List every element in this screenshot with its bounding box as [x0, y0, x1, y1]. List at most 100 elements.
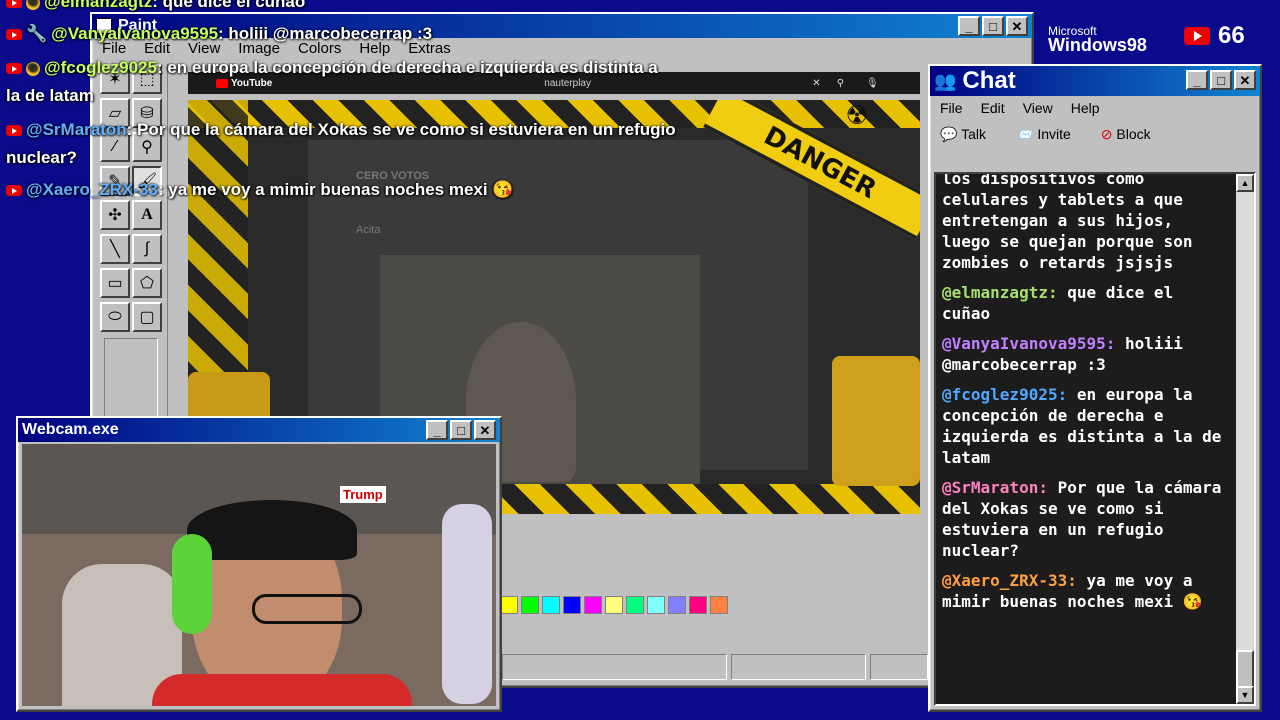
chat-scrollbar[interactable]: ▲ ▼: [1236, 174, 1254, 704]
polygon-tool[interactable]: ⬠: [132, 268, 162, 298]
minimize-button[interactable]: _: [958, 16, 980, 36]
chat-message: @VanyaIvanova9595: holiii @marcobecerrap…: [942, 333, 1228, 375]
chat-username[interactable]: @fcoglez9025:: [942, 385, 1067, 404]
status-cell: [870, 654, 928, 680]
overlay-chat-line-cont: nuclear?: [6, 148, 77, 168]
overlay-text: : Por que la cámara del Xokas se ve como…: [126, 120, 676, 139]
talk-button[interactable]: 💬 Talk: [940, 126, 986, 143]
chat-username[interactable]: @SrMaraton:: [942, 478, 1048, 497]
webcam-close-button[interactable]: ✕: [474, 420, 496, 440]
palette-swatch[interactable]: [668, 596, 686, 614]
chat-message: @SrMaraton: Por que la cámara del Xokas …: [942, 477, 1228, 561]
overlay-chat-line: ✪ @fcoglez9025: en europa la concepción d…: [6, 58, 658, 78]
talk-label: Talk: [961, 126, 986, 142]
block-label: Block: [1116, 126, 1151, 142]
youtube-icon: [6, 63, 22, 75]
member-badge-icon: ✪: [26, 0, 40, 10]
youtube-logo-icon[interactable]: [216, 78, 228, 88]
palette-swatch[interactable]: [542, 596, 560, 614]
palette-swatch[interactable]: [521, 596, 539, 614]
chat-title: Chat: [962, 67, 1016, 94]
overlay-text: : en europa la concepción de derecha e i…: [156, 58, 658, 77]
overlay-text: : que dice el cuñao: [152, 0, 306, 11]
member-badge-icon: ✪: [26, 61, 40, 76]
search-icon[interactable]: ⚲: [837, 78, 844, 89]
palette-swatch[interactable]: [626, 596, 644, 614]
rectangle-tool[interactable]: ▭: [100, 268, 130, 298]
talk-icon: 💬: [940, 126, 958, 142]
paint-toolbox: ✶ ⬚ ▱ ⛁ ⁄ ⚲ ✎ 🖌 ✣ A ╲ ∫ ▭ ⬠ ⬭ ▢: [96, 64, 168, 424]
palette-swatch[interactable]: [584, 596, 602, 614]
clear-search-icon[interactable]: ✕: [812, 78, 820, 89]
tool-options-box[interactable]: [104, 338, 158, 418]
text-tool[interactable]: A: [132, 200, 162, 230]
red-shirt: [152, 674, 412, 706]
chat-maximize-button[interactable]: □: [1210, 70, 1232, 90]
overlay-chat-line: @SrMaraton: Por que la cámara del Xokas …: [6, 120, 676, 140]
right-barrel: [832, 356, 920, 486]
bg-text-2: Acita: [356, 224, 381, 236]
webcam-minimize-button[interactable]: _: [426, 420, 448, 440]
webcam-titlebar[interactable]: Webcam.exe _ □ ✕: [18, 418, 500, 442]
youtube-icon: [1184, 27, 1210, 45]
invite-button[interactable]: 📨 Invite: [1016, 126, 1071, 143]
webcam-window: Webcam.exe _ □ ✕ Trump: [16, 416, 502, 712]
chat-menubar: File Edit View Help: [930, 96, 1260, 118]
rounded-rect-tool[interactable]: ▢: [132, 302, 162, 332]
youtube-search-input[interactable]: nauterplay: [544, 78, 804, 89]
chat-toolbar: 💬 Talk 📨 Invite ⊘ Block: [930, 118, 1260, 151]
webcam-maximize-button[interactable]: □: [450, 420, 472, 440]
chat-titlebar[interactable]: 👥 Chat _ □ ✕: [930, 66, 1260, 96]
viewer-counter: 66: [1184, 22, 1245, 50]
chat-window: 👥 Chat _ □ ✕ File Edit View Help 💬 Talk …: [928, 64, 1262, 712]
maximize-button[interactable]: □: [982, 16, 1004, 36]
youtube-icon: [6, 0, 22, 9]
chat-username[interactable]: @elmanzagtz:: [942, 283, 1058, 302]
webcam-feed: Trump: [22, 444, 496, 706]
scroll-down-button[interactable]: ▼: [1236, 686, 1254, 704]
palette-swatch[interactable]: [605, 596, 623, 614]
chat-menu-edit[interactable]: Edit: [979, 100, 1007, 116]
chat-menu-file[interactable]: File: [938, 100, 965, 116]
airbrush-tool[interactable]: ✣: [100, 200, 130, 230]
line-tool[interactable]: ╲: [100, 234, 130, 264]
chat-menu-view[interactable]: View: [1021, 100, 1055, 116]
block-button[interactable]: ⊘ Block: [1101, 126, 1151, 143]
scroll-thumb[interactable]: [1236, 650, 1254, 690]
youtube-icon: [6, 29, 22, 41]
scroll-up-button[interactable]: ▲: [1236, 174, 1254, 192]
palette-swatch[interactable]: [563, 596, 581, 614]
chat-menu-help[interactable]: Help: [1069, 100, 1102, 116]
overlay-chat-line: ✪ @elmanzagtz: que dice el cuñao: [6, 0, 305, 12]
chat-username[interactable]: @Xaero_ZRX-33:: [942, 571, 1077, 590]
palette-swatch[interactable]: [710, 596, 728, 614]
viewer-count: 66: [1218, 22, 1245, 49]
wrench-badge-icon: 🔧: [26, 24, 48, 43]
curve-tool[interactable]: ∫: [132, 234, 162, 264]
overlay-username: @SrMaraton: [26, 120, 127, 139]
chat-close-button[interactable]: ✕: [1234, 70, 1256, 90]
overlay-text: : holiii @marcobecerrap :3: [218, 24, 433, 43]
headphones: [172, 534, 212, 634]
glasses: [252, 594, 362, 624]
chat-messages-panel: los dispositivos como celulares y tablet…: [934, 172, 1256, 706]
invite-icon: 📨: [1015, 126, 1034, 142]
paint-status-area: [502, 536, 928, 586]
chat-minimize-button[interactable]: _: [1186, 70, 1208, 90]
invite-label: Invite: [1037, 126, 1071, 142]
mic-icon[interactable]: 🎙: [866, 78, 879, 89]
palette-swatch[interactable]: [500, 596, 518, 614]
chat-username[interactable]: @VanyaIvanova9595:: [942, 334, 1115, 353]
block-icon: ⊘: [1100, 126, 1113, 142]
palette-swatch[interactable]: [647, 596, 665, 614]
palette-swatch[interactable]: [689, 596, 707, 614]
overlay-username: @VanyaIvanova9595: [51, 24, 219, 43]
chat-message: @Xaero_ZRX-33: ya me voy a mimir buenas …: [942, 570, 1228, 612]
close-button[interactable]: ✕: [1006, 16, 1028, 36]
youtube-logo-text: YouTube: [231, 77, 273, 89]
chat-message: @elmanzagtz: que dice el cuñao: [942, 282, 1228, 324]
overlay-chat-line: @Xaero_ZRX-33: ya me voy a mimir buenas …: [6, 180, 514, 200]
status-cell: [730, 654, 867, 680]
ellipse-tool[interactable]: ⬭: [100, 302, 130, 332]
overlay-username: @elmanzagtz: [44, 0, 153, 11]
